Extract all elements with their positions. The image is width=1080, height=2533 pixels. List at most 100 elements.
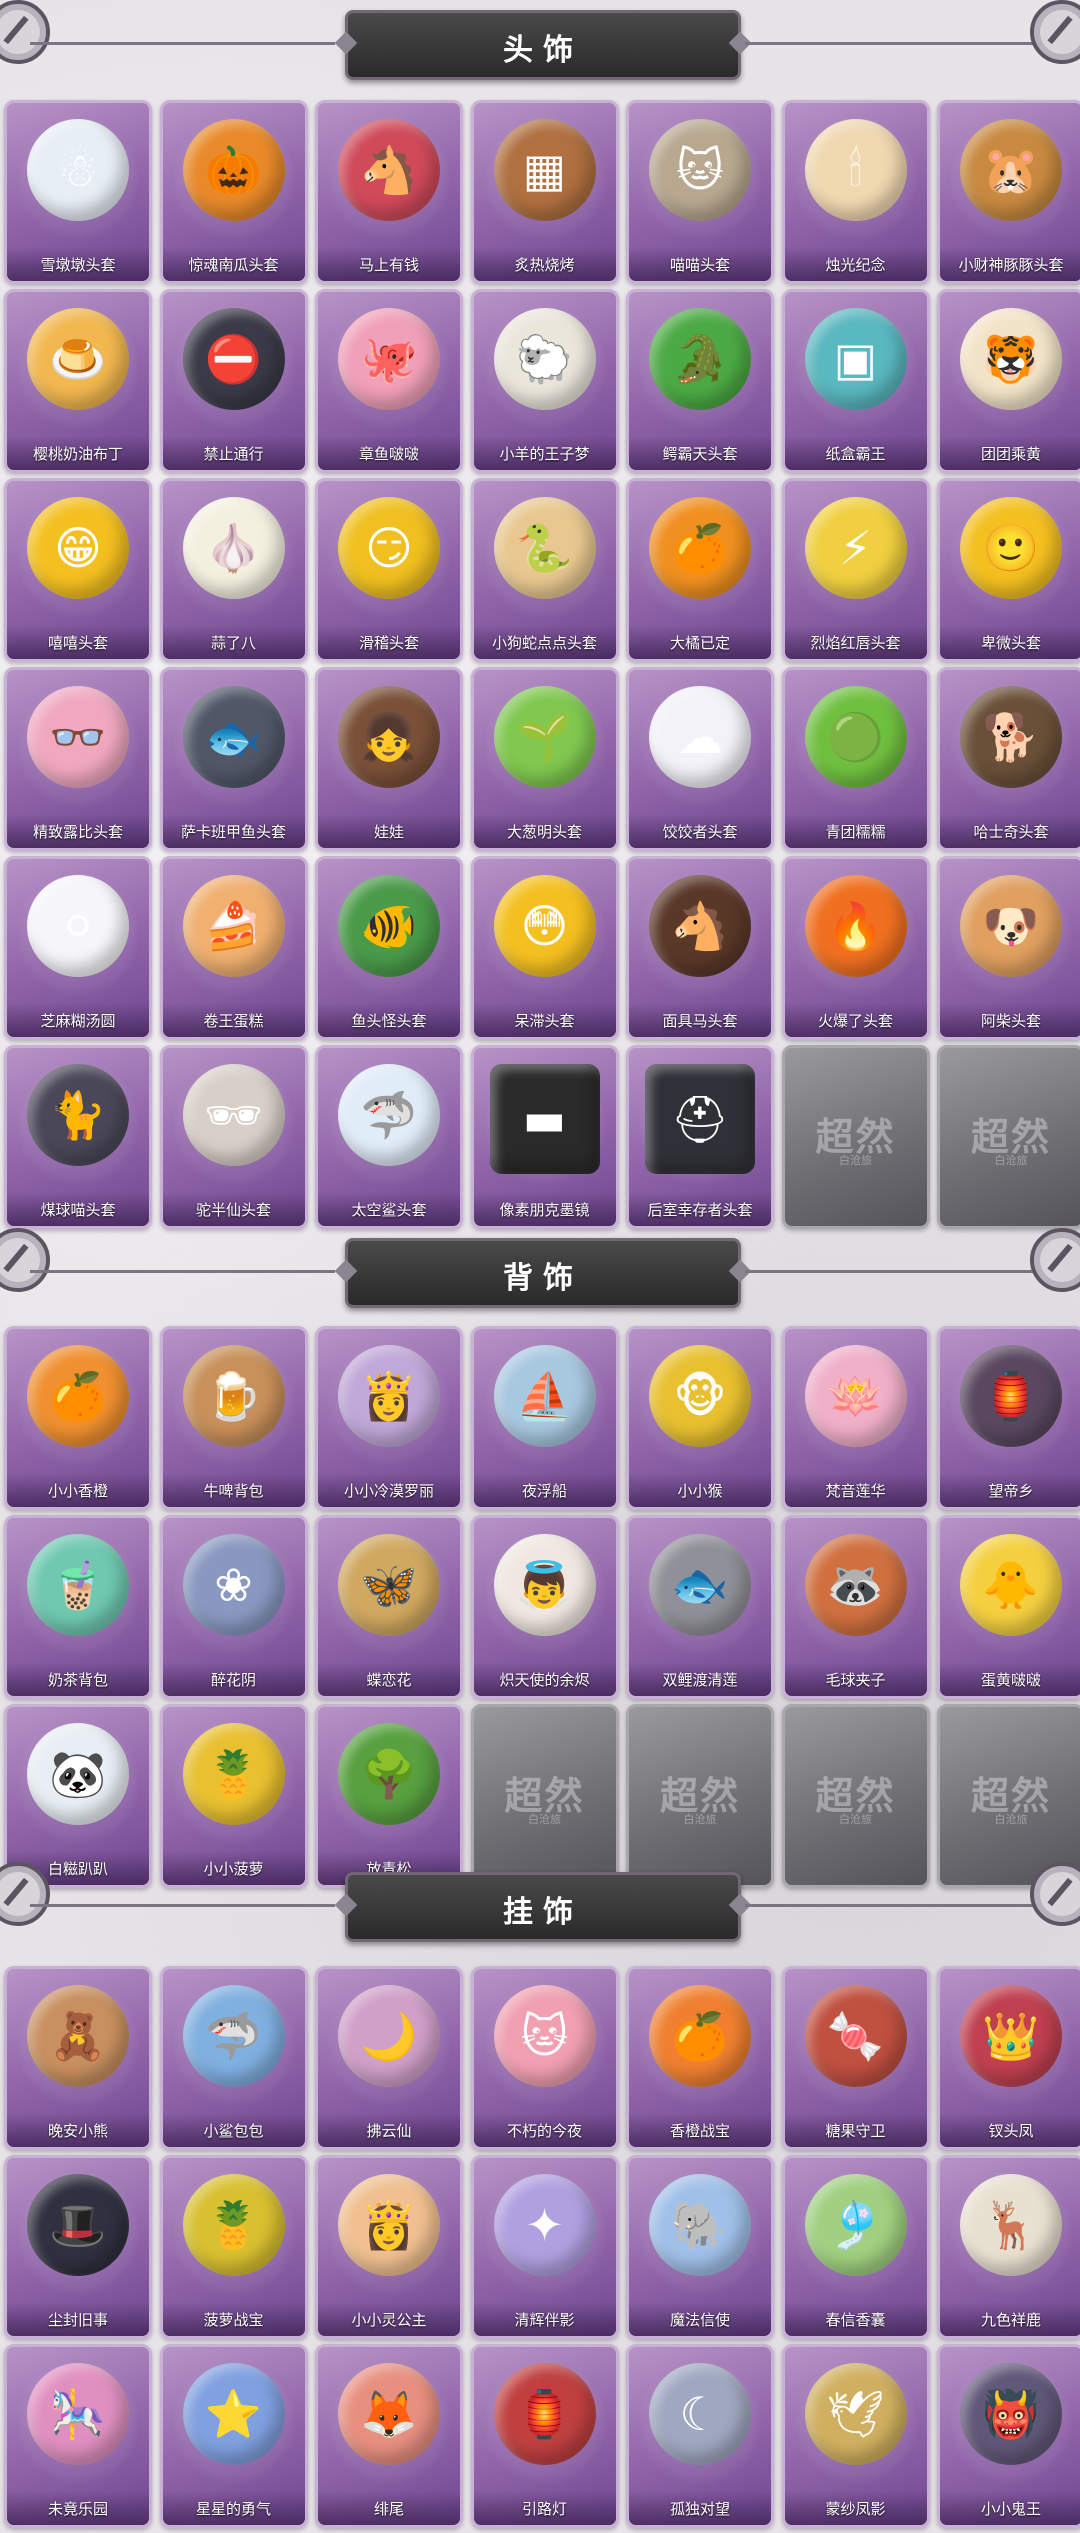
item-card[interactable]: 🦈 太空鲨头套 xyxy=(315,1045,463,1229)
item-card[interactable]: 😏 滑稽头套 xyxy=(315,478,463,662)
item-card[interactable]: ⛑ 后室幸存者头套 xyxy=(626,1045,774,1229)
item-card[interactable]: 🍰 卷王蛋糕 xyxy=(159,856,308,1040)
item-card[interactable]: ⛵ 夜浮船 xyxy=(470,1326,619,1510)
locked-slot[interactable]: 超然 白沧旅 xyxy=(781,1045,930,1229)
item-card[interactable]: 🧋 奶茶背包 xyxy=(4,1515,152,1699)
item-card[interactable]: 🕶 驼半仙头套 xyxy=(159,1045,308,1229)
item-card[interactable]: 😁 嘻嘻头套 xyxy=(4,478,152,662)
item-art-icon: 🎐 xyxy=(804,2174,907,2276)
item-card[interactable]: 👓 精致露比头套 xyxy=(4,667,152,851)
locked-slot[interactable]: 超然 白沧旅 xyxy=(781,1704,930,1888)
item-card[interactable]: 🪷 梵音莲华 xyxy=(781,1326,930,1510)
item-card[interactable]: 🕊 蒙纱凤影 xyxy=(781,2344,930,2528)
item-card[interactable]: 🙂 卑微头套 xyxy=(937,478,1080,662)
item-card[interactable]: ❀ 醉花阴 xyxy=(159,1515,308,1699)
item-card[interactable]: 🐟 萨卡班甲鱼头套 xyxy=(159,667,308,851)
item-card[interactable]: 👸 小小冷漠罗丽 xyxy=(315,1326,463,1510)
item-card[interactable]: 🕯 烛光纪念 xyxy=(781,100,930,284)
item-card[interactable]: 👹 小小鬼王 xyxy=(937,2344,1080,2528)
item-card[interactable]: 🍬 糖果守卫 xyxy=(781,1966,930,2150)
item-card[interactable]: ☾ 孤独对望 xyxy=(626,2344,774,2528)
item-card[interactable]: 🌙 拂云仙 xyxy=(315,1966,463,2150)
locked-slot[interactable]: 超然 白沧旅 xyxy=(937,1704,1080,1888)
item-card[interactable]: 🧄 蒜了八 xyxy=(159,478,308,662)
item-card[interactable]: 🍮 樱桃奶油布丁 xyxy=(4,289,152,473)
item-art-icon: 🐘 xyxy=(649,2174,751,2276)
locked-slot[interactable]: 超然 白沧旅 xyxy=(470,1704,619,1888)
item-card[interactable]: 🐱 不朽的今夜 xyxy=(470,1966,619,2150)
item-card[interactable]: ⚡ 烈焰红唇头套 xyxy=(781,478,930,662)
item-card[interactable]: 🐼 白糍趴趴 xyxy=(4,1704,152,1888)
item-card[interactable]: 🐑 小羊的王子梦 xyxy=(470,289,619,473)
item-card[interactable]: 🐙 章鱼啵啵 xyxy=(315,289,463,473)
item-card[interactable]: 🌱 大葱明头套 xyxy=(470,667,619,851)
item-card[interactable]: ⛔ 禁止通行 xyxy=(159,289,308,473)
item-card[interactable]: 🐈 煤球喵头套 xyxy=(4,1045,152,1229)
locked-slot[interactable]: 超然 白沧旅 xyxy=(626,1704,774,1888)
item-card[interactable]: 🎃 惊魂南瓜头套 xyxy=(159,100,308,284)
divider-line xyxy=(745,1270,1050,1273)
item-card[interactable]: 🍊 小小香橙 xyxy=(4,1326,152,1510)
item-card[interactable]: 🐱 喵喵头套 xyxy=(626,100,774,284)
item-card[interactable]: ⭐ 星星的勇气 xyxy=(159,2344,308,2528)
item-card[interactable]: 🐊 鳄霸天头套 xyxy=(626,289,774,473)
item-card[interactable]: ▣ 纸盒霸王 xyxy=(781,289,930,473)
item-name: 奶茶背包 xyxy=(47,1671,108,1689)
item-card[interactable]: 🎠 未竟乐园 xyxy=(4,2344,152,2528)
item-art-icon: 🙂 xyxy=(960,497,1062,599)
item-card[interactable]: 🏮 望帝乡 xyxy=(937,1326,1080,1510)
item-card[interactable]: 🍊 香橙战宝 xyxy=(626,1966,774,2150)
item-card[interactable]: ✦ 清辉伴影 xyxy=(470,2155,619,2339)
item-card[interactable]: 🐟 双鲤渡清莲 xyxy=(626,1515,774,1699)
item-card[interactable]: 🔥 火爆了头套 xyxy=(781,856,930,1040)
item-art-icon: 🍊 xyxy=(649,497,751,599)
item-card[interactable]: 🐥 蛋黄啵啵 xyxy=(937,1515,1080,1699)
item-art-icon: 🐟 xyxy=(182,686,285,788)
item-card[interactable]: 🦋 蝶恋花 xyxy=(315,1515,463,1699)
item-name: 樱桃奶油布丁 xyxy=(32,445,123,463)
item-card[interactable]: 🦊 绯尾 xyxy=(315,2344,463,2528)
item-name: 蛋黄啵啵 xyxy=(980,1671,1041,1689)
item-card[interactable]: 🧸 晚安小熊 xyxy=(4,1966,152,2150)
item-card[interactable]: 👼 炽天使的余烬 xyxy=(470,1515,619,1699)
item-art-icon: 🍬 xyxy=(804,1985,907,2087)
item-card[interactable]: 🐍 小狗蛇点点头套 xyxy=(470,478,619,662)
item-card[interactable]: 😳 呆滞头套 xyxy=(470,856,619,1040)
item-card[interactable]: 🎩 尘封旧事 xyxy=(4,2155,152,2339)
item-name: 纸盒霸王 xyxy=(825,445,886,463)
item-card[interactable]: 🍺 牛啤背包 xyxy=(159,1326,308,1510)
item-card[interactable]: ⚪ 芝麻糊汤圆 xyxy=(4,856,152,1040)
item-name: 鳄霸天头套 xyxy=(662,445,738,463)
divider-line xyxy=(30,42,335,45)
item-card[interactable]: 🦈 小鲨包包 xyxy=(159,1966,308,2150)
item-art-icon: 🪷 xyxy=(804,1345,907,1447)
item-card[interactable]: 🐴 面具马头套 xyxy=(626,856,774,1040)
item-card[interactable]: ▬ 像素朋克墨镜 xyxy=(470,1045,619,1229)
item-card[interactable]: 🐴 马上有钱 xyxy=(315,100,463,284)
item-card[interactable]: 🐕 哈士奇头套 xyxy=(937,667,1080,851)
item-card[interactable]: 🎐 春信香囊 xyxy=(781,2155,930,2339)
item-card[interactable]: 👑 钗头凤 xyxy=(937,1966,1080,2150)
item-card[interactable]: 🐵 小小猴 xyxy=(626,1326,774,1510)
item-card[interactable]: 🍍 小小菠萝 xyxy=(159,1704,308,1888)
item-name: 小鲨包包 xyxy=(203,2122,264,2140)
item-card[interactable]: 🐯 团团乘黄 xyxy=(937,289,1080,473)
item-card[interactable]: ☃ 雪墩墩头套 xyxy=(4,100,152,284)
item-card[interactable]: 🏮 引路灯 xyxy=(470,2344,619,2528)
item-name: 糖果守卫 xyxy=(825,2122,886,2140)
item-card[interactable]: ▦ 炙热烧烤 xyxy=(470,100,619,284)
item-card[interactable]: 👸 小小灵公主 xyxy=(315,2155,463,2339)
item-card[interactable]: ☁ 饺饺者头套 xyxy=(626,667,774,851)
item-card[interactable]: 🦝 毛球夹子 xyxy=(781,1515,930,1699)
item-card[interactable]: 🌳 放青松 xyxy=(315,1704,463,1888)
locked-slot[interactable]: 超然 白沧旅 xyxy=(937,1045,1080,1229)
item-card[interactable]: 🐹 小财神豚豚头套 xyxy=(937,100,1080,284)
item-card[interactable]: 🦌 九色祥鹿 xyxy=(937,2155,1080,2339)
item-card[interactable]: 👧 娃娃 xyxy=(315,667,463,851)
item-card[interactable]: 🍊 大橘已定 xyxy=(626,478,774,662)
item-card[interactable]: 🐠 鱼头怪头套 xyxy=(315,856,463,1040)
item-card[interactable]: 🍍 菠萝战宝 xyxy=(159,2155,308,2339)
item-card[interactable]: 🟢 青团糯糯 xyxy=(781,667,930,851)
item-card[interactable]: 🐘 魔法信使 xyxy=(626,2155,774,2339)
item-card[interactable]: 🐶 阿柴头套 xyxy=(937,856,1080,1040)
